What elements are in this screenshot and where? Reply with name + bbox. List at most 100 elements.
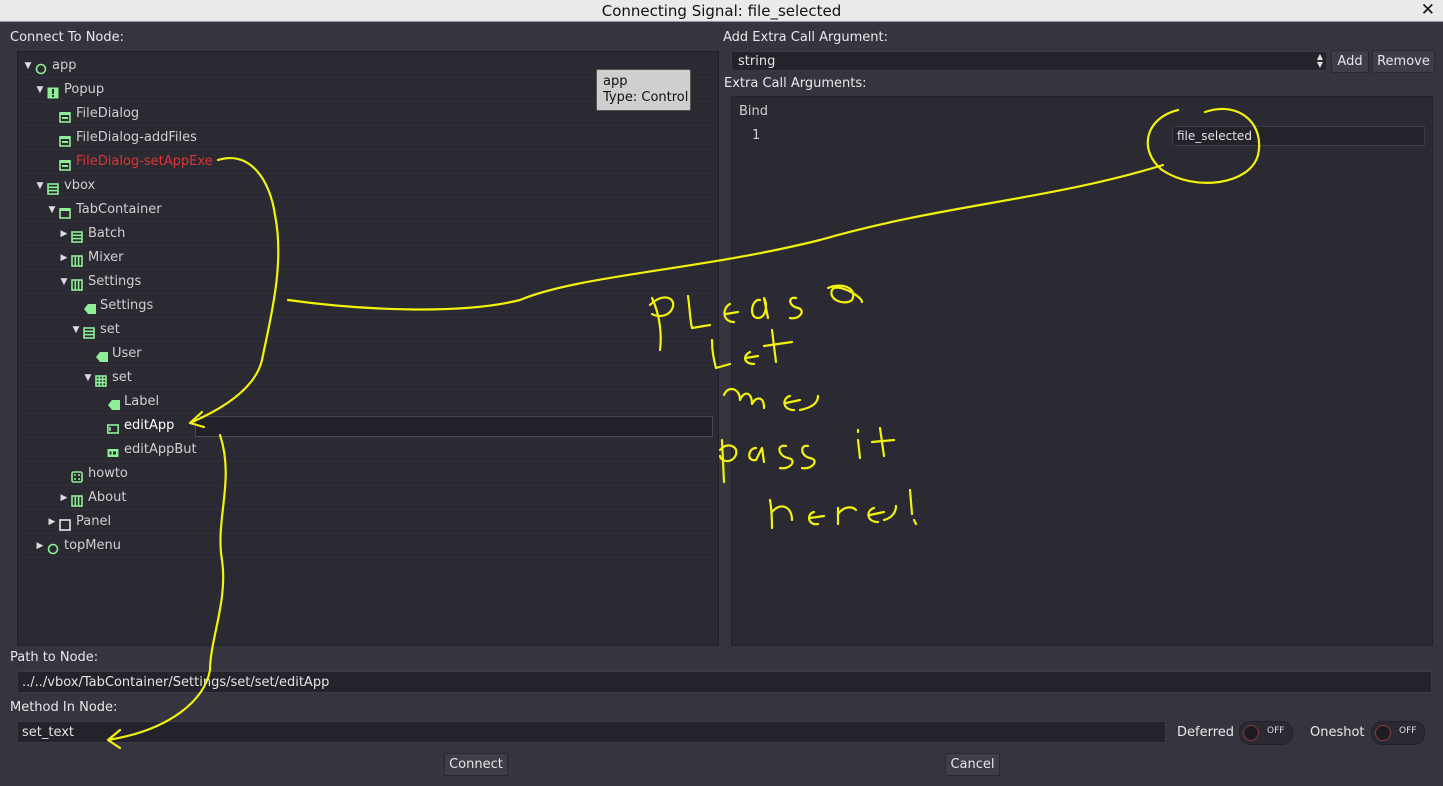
toggle-knob-icon [1243, 725, 1259, 741]
hbox-icon [71, 493, 83, 507]
title-bar: Connecting Signal: file_selected ✕ [0, 0, 1443, 22]
tree-item[interactable]: ▼ TabContainer [18, 199, 714, 222]
connect-to-node-label: Connect To Node: [10, 30, 125, 45]
tree-item-label: FileDialog-addFiles [76, 130, 197, 145]
file-dialog-icon [59, 157, 71, 171]
expand-arrow-icon[interactable]: ▼ [35, 175, 45, 197]
deferred-state: OFF [1267, 726, 1285, 736]
tree-item-label: set [112, 370, 132, 385]
expand-arrow-icon[interactable]: ▼ [23, 55, 33, 77]
tree-item-label: app [52, 58, 77, 73]
node-circle-icon [47, 541, 59, 555]
tree-item-label: vbox [64, 178, 96, 193]
tree-item[interactable]: ▶ Batch [18, 223, 714, 246]
line-edit-icon [107, 421, 119, 434]
expand-arrow-icon[interactable]: ▼ [83, 367, 93, 389]
connect-button[interactable]: Connect [444, 753, 508, 776]
node-tree[interactable]: ▼ app ▼ Popup FileDialog FileDialog-addFiles F… [17, 51, 719, 646]
grid-container-icon [95, 373, 107, 387]
remove-button[interactable]: Remove [1372, 50, 1435, 73]
cancel-button[interactable]: Cancel [945, 753, 1000, 776]
button-ok-icon [107, 445, 119, 457]
panel-square-icon [59, 517, 71, 531]
tree-item[interactable]: FileDialog-setAppExe [18, 151, 714, 174]
window-title: Connecting Signal: file_selected [601, 2, 842, 20]
method-in-node-label: Method In Node: [10, 700, 118, 715]
vbox-icon [83, 325, 95, 339]
oneshot-label: Oneshot [1310, 725, 1365, 740]
arg-index: 1 [752, 128, 761, 143]
hbox-icon [71, 253, 83, 267]
label-tag-icon [83, 301, 96, 314]
collapse-arrow-icon[interactable]: ▶ [35, 535, 45, 557]
oneshot-state: OFF [1399, 726, 1417, 736]
tree-item-label: editApp [124, 418, 175, 433]
tree-item-label: howto [88, 466, 128, 481]
tooltip-node-name: app [603, 74, 628, 89]
arg-type-select[interactable]: string ▲ ▼ [731, 51, 1327, 71]
file-dialog-icon [59, 109, 71, 123]
deferred-toggle[interactable]: OFF [1239, 721, 1293, 745]
tree-item[interactable]: editApp [18, 415, 714, 438]
tree-item-label: editAppBut [124, 442, 197, 457]
tree-item[interactable]: ▶ Mixer [18, 247, 714, 270]
oneshot-toggle[interactable]: OFF [1371, 721, 1425, 745]
tree-item-label: FileDialog-setAppExe [76, 154, 213, 169]
expand-arrow-icon[interactable]: ▼ [71, 319, 81, 341]
tree-item[interactable]: Label [18, 391, 714, 414]
tree-item-label: Popup [64, 82, 105, 97]
vbox-icon [47, 181, 59, 195]
collapse-arrow-icon[interactable]: ▶ [59, 223, 69, 245]
collapse-arrow-icon[interactable]: ▶ [59, 247, 69, 269]
tree-item-label: topMenu [64, 538, 121, 553]
extra-args-label: Extra Call Arguments: [724, 76, 867, 91]
extra-args-inspector: Bind 1 file_selected [731, 96, 1433, 646]
hbox-icon [71, 277, 83, 291]
dice-icon [71, 469, 83, 483]
add-button[interactable]: Add [1331, 50, 1369, 73]
tree-item-label: set [100, 322, 120, 337]
collapse-arrow-icon[interactable]: ▶ [47, 511, 57, 533]
tab-container-icon [59, 205, 71, 219]
tree-item[interactable]: ▶ Panel [18, 511, 714, 534]
tree-item[interactable]: ▶ topMenu [18, 535, 714, 558]
tree-item-label: Settings [88, 274, 142, 289]
label-tag-icon [95, 349, 108, 362]
file-dialog-icon [59, 133, 71, 147]
arg-value-field[interactable]: file_selected [1172, 126, 1425, 146]
vbox-icon [71, 229, 83, 243]
node-tooltip: app Type: Control [596, 69, 691, 111]
collapse-arrow-icon[interactable]: ▶ [59, 487, 69, 509]
tree-item-label: User [112, 346, 142, 361]
expand-arrow-icon[interactable]: ▼ [47, 199, 57, 221]
tree-item-label: Batch [88, 226, 126, 241]
popup-warning-icon [47, 85, 59, 99]
expand-arrow-icon[interactable]: ▼ [35, 79, 45, 101]
tree-item[interactable]: editAppBut [18, 439, 714, 462]
toggle-knob-icon [1375, 725, 1391, 741]
tree-item[interactable]: FileDialog-addFiles [18, 127, 714, 150]
selection-highlight [195, 416, 713, 437]
deferred-label: Deferred [1177, 725, 1235, 740]
tree-item[interactable]: howto [18, 463, 714, 486]
tree-item[interactable]: Settings [18, 295, 714, 318]
tree-item[interactable]: ▼ set [18, 367, 714, 390]
tree-item[interactable]: User [18, 343, 714, 366]
tree-item[interactable]: ▶ About [18, 487, 714, 510]
label-tag-icon [107, 397, 120, 410]
node-circle-icon [35, 61, 47, 75]
tree-item[interactable]: ▼ set [18, 319, 714, 342]
close-icon[interactable]: ✕ [1421, 0, 1435, 20]
tree-item-label: Label [124, 394, 160, 409]
method-name-field[interactable]: set_text [17, 721, 1166, 743]
path-to-node-field[interactable]: ../../vbox/TabContainer/Settings/set/set… [17, 671, 1432, 693]
tree-item[interactable]: ▼ Settings [18, 271, 714, 294]
expand-arrow-icon[interactable]: ▼ [59, 271, 69, 293]
tree-item[interactable]: ▼ vbox [18, 175, 714, 198]
add-extra-arg-label: Add Extra Call Argument: [723, 30, 889, 45]
updown-arrows-icon: ▲ ▼ [1316, 52, 1323, 69]
bind-header: Bind [739, 104, 769, 119]
tooltip-node-type: Type: Control [603, 90, 689, 105]
tree-item-label: TabContainer [76, 202, 162, 217]
path-to-node-label: Path to Node: [10, 650, 99, 665]
